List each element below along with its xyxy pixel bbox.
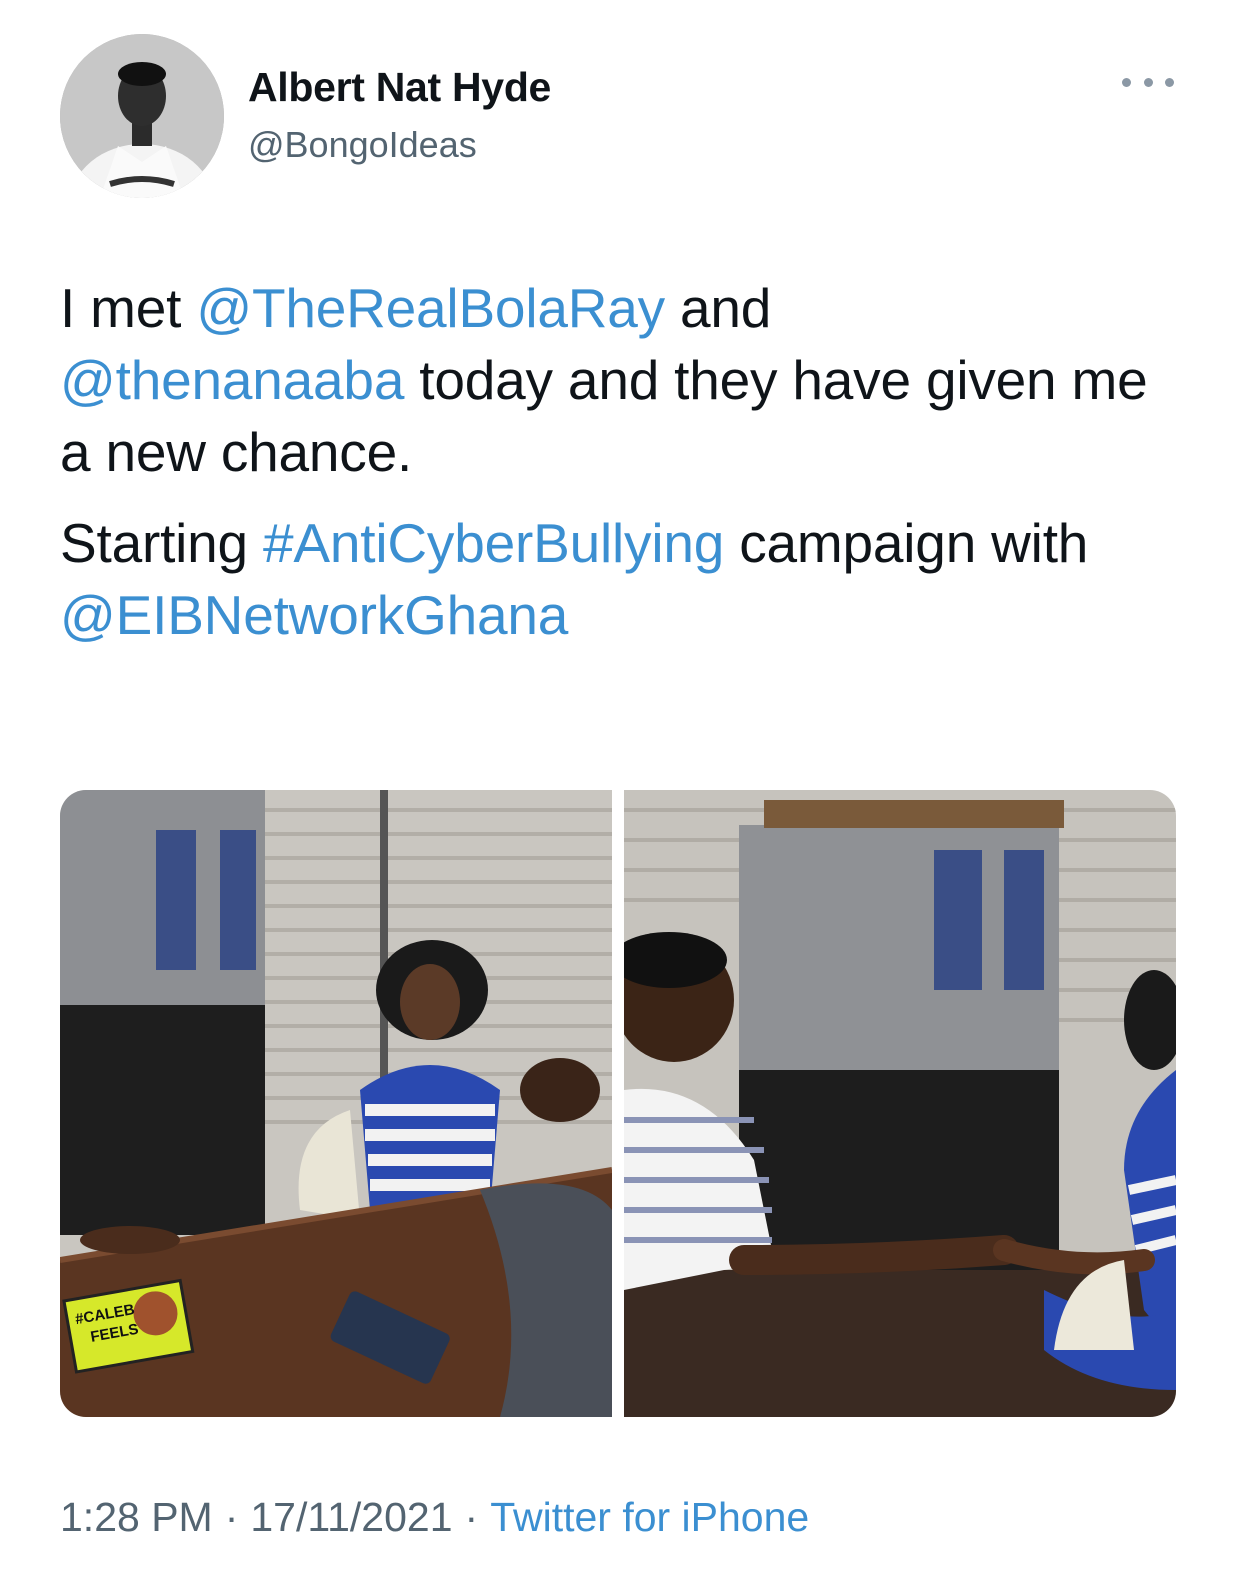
mention-link[interactable]: @thenanaaba — [60, 349, 404, 411]
tweet-time[interactable]: 1:28 PM — [60, 1494, 213, 1540]
tweet-paragraph-2: Starting #AntiCyberBullying campaign wit… — [60, 507, 1190, 651]
separator: · — [224, 1494, 239, 1540]
tweet-source-link[interactable]: Twitter for iPhone — [490, 1494, 809, 1540]
dot — [1165, 77, 1174, 87]
tweet-paragraph-1: I met @TheRealBolaRay and @thenanaaba tod… — [60, 272, 1190, 488]
author-handle[interactable]: @BongoIdeas — [248, 124, 477, 166]
mention-link[interactable]: @EIBNetworkGhana — [60, 584, 568, 646]
profile-photo-icon — [60, 34, 224, 198]
more-options-icon[interactable] — [1122, 70, 1174, 94]
text-segment: and — [664, 277, 772, 339]
hashtag-link[interactable]: #AntiCyberBullying — [263, 512, 724, 574]
tweet-header: Albert Nat Hyde @BongoIdeas — [60, 34, 1190, 199]
tweet-footer: 1:28 PM · 17/11/2021 · Twitter for iPhone — [60, 1494, 809, 1541]
text-segment: I met — [60, 277, 197, 339]
dot — [1122, 77, 1131, 87]
mention-link[interactable]: @TheRealBolaRay — [196, 277, 665, 339]
tweet-text: I met @TheRealBolaRay and @thenanaaba tod… — [60, 272, 1190, 651]
photo-handshake[interactable] — [624, 790, 1176, 1417]
meeting-photo-illustration: #CALEB FEELS — [60, 790, 612, 1417]
author-name[interactable]: Albert Nat Hyde — [248, 64, 551, 111]
tweet-date[interactable]: 17/11/2021 — [250, 1494, 452, 1540]
avatar[interactable] — [60, 34, 224, 198]
text-segment: campaign with — [724, 512, 1089, 574]
text-segment: Starting — [60, 512, 264, 574]
separator: · — [464, 1494, 479, 1540]
dot — [1143, 77, 1153, 87]
handshake-photo-illustration — [624, 790, 1176, 1417]
photo-meeting-table[interactable]: #CALEB FEELS — [60, 790, 612, 1417]
tweet-media: #CALEB FEELS — [60, 790, 1176, 1417]
